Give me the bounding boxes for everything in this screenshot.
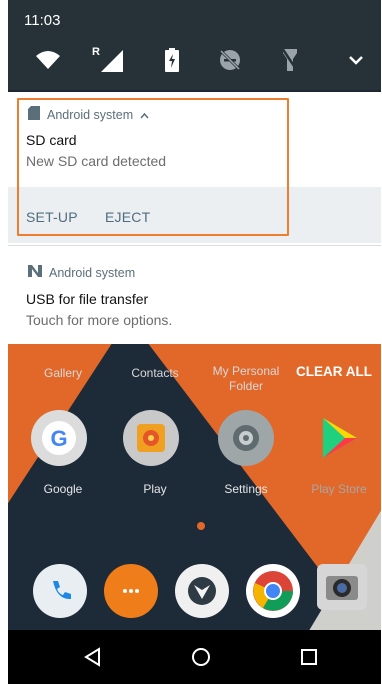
play-label: Play — [143, 482, 167, 496]
messages-icon[interactable] — [104, 564, 158, 618]
google-app-icon[interactable]: G — [31, 410, 87, 466]
do-not-disturb-off-icon[interactable] — [216, 46, 244, 74]
navigation-bar — [8, 630, 381, 684]
recent-app-contacts-label[interactable]: Contacts — [120, 366, 190, 380]
notification-header: Android system — [28, 265, 135, 280]
notification-title: USB for file transfer — [26, 291, 149, 307]
play-app-icon[interactable] — [123, 410, 179, 466]
recents-icon[interactable] — [295, 643, 323, 671]
notification-usb[interactable]: Android system USB for file transfer Tou… — [8, 246, 381, 344]
recent-app-gallery-label[interactable]: Gallery — [28, 366, 98, 380]
page-indicator-dot — [197, 522, 205, 530]
settings-label: Settings — [224, 482, 268, 496]
roaming-marker: R — [92, 46, 100, 58]
camera-icon[interactable] — [317, 564, 367, 610]
flashlight-off-icon[interactable] — [276, 46, 304, 74]
expand-chevron-icon[interactable] — [342, 46, 370, 74]
settings-app-icon[interactable] — [218, 410, 274, 466]
wifi-icon[interactable] — [34, 46, 62, 74]
home-icon[interactable] — [187, 643, 215, 671]
wildfire-icon[interactable] — [175, 564, 229, 618]
phone-icon[interactable] — [33, 564, 87, 618]
play-store-app-icon[interactable] — [311, 410, 367, 466]
recent-app-folder-label[interactable]: My Personal Folder — [208, 364, 284, 394]
chrome-icon[interactable] — [246, 564, 300, 618]
phone-screen: Gallery Contacts My Personal Folder CLEA… — [8, 0, 381, 684]
play-store-label: Play Store — [311, 482, 367, 496]
google-label: Google — [43, 482, 83, 496]
notification-app-name: Android system — [49, 265, 136, 280]
signal-roaming-icon[interactable]: R — [92, 46, 126, 74]
quick-settings-panel: 11:03 R — [8, 0, 381, 90]
highlight-box — [17, 98, 289, 236]
clear-all-button[interactable]: CLEAR ALL — [296, 364, 372, 379]
android-n-icon — [28, 265, 42, 280]
status-time: 11:03 — [24, 12, 61, 29]
svg-text:G: G — [50, 426, 67, 451]
back-icon[interactable] — [79, 643, 107, 671]
battery-saver-icon[interactable] — [158, 46, 186, 74]
notification-body: Touch for more options. — [26, 312, 173, 328]
